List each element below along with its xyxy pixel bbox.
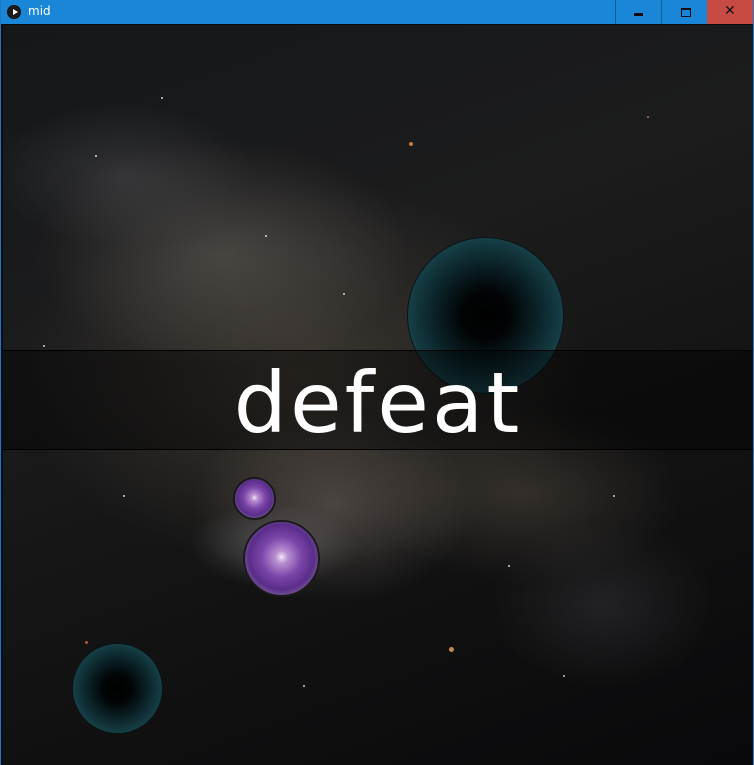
star bbox=[449, 647, 454, 652]
minimize-icon bbox=[634, 13, 643, 16]
window-title: mid bbox=[28, 4, 51, 18]
game-window: mid ✕ defeat bbox=[0, 0, 754, 765]
star bbox=[343, 293, 345, 295]
purple-vortex-large[interactable] bbox=[243, 520, 320, 597]
maximize-button[interactable] bbox=[661, 0, 707, 24]
minimize-button[interactable] bbox=[615, 0, 661, 24]
play-icon bbox=[7, 5, 21, 19]
star bbox=[409, 142, 413, 146]
star bbox=[95, 155, 97, 157]
close-icon: ✕ bbox=[724, 3, 736, 19]
star bbox=[647, 116, 649, 118]
purple-vortex-small[interactable] bbox=[233, 477, 276, 520]
star bbox=[303, 685, 305, 687]
game-canvas[interactable]: defeat bbox=[3, 25, 753, 765]
star bbox=[613, 495, 615, 497]
star bbox=[265, 235, 267, 237]
result-banner: defeat bbox=[3, 350, 753, 452]
title-bar[interactable]: mid ✕ bbox=[1, 0, 753, 24]
star bbox=[563, 675, 565, 677]
maximize-icon bbox=[681, 8, 691, 17]
close-button[interactable]: ✕ bbox=[707, 0, 753, 24]
star bbox=[161, 97, 163, 99]
star bbox=[508, 565, 510, 567]
defeat-text: defeat bbox=[233, 354, 523, 452]
star bbox=[123, 495, 125, 497]
black-hole-small[interactable] bbox=[72, 643, 163, 734]
star bbox=[85, 641, 88, 644]
star bbox=[43, 345, 45, 347]
